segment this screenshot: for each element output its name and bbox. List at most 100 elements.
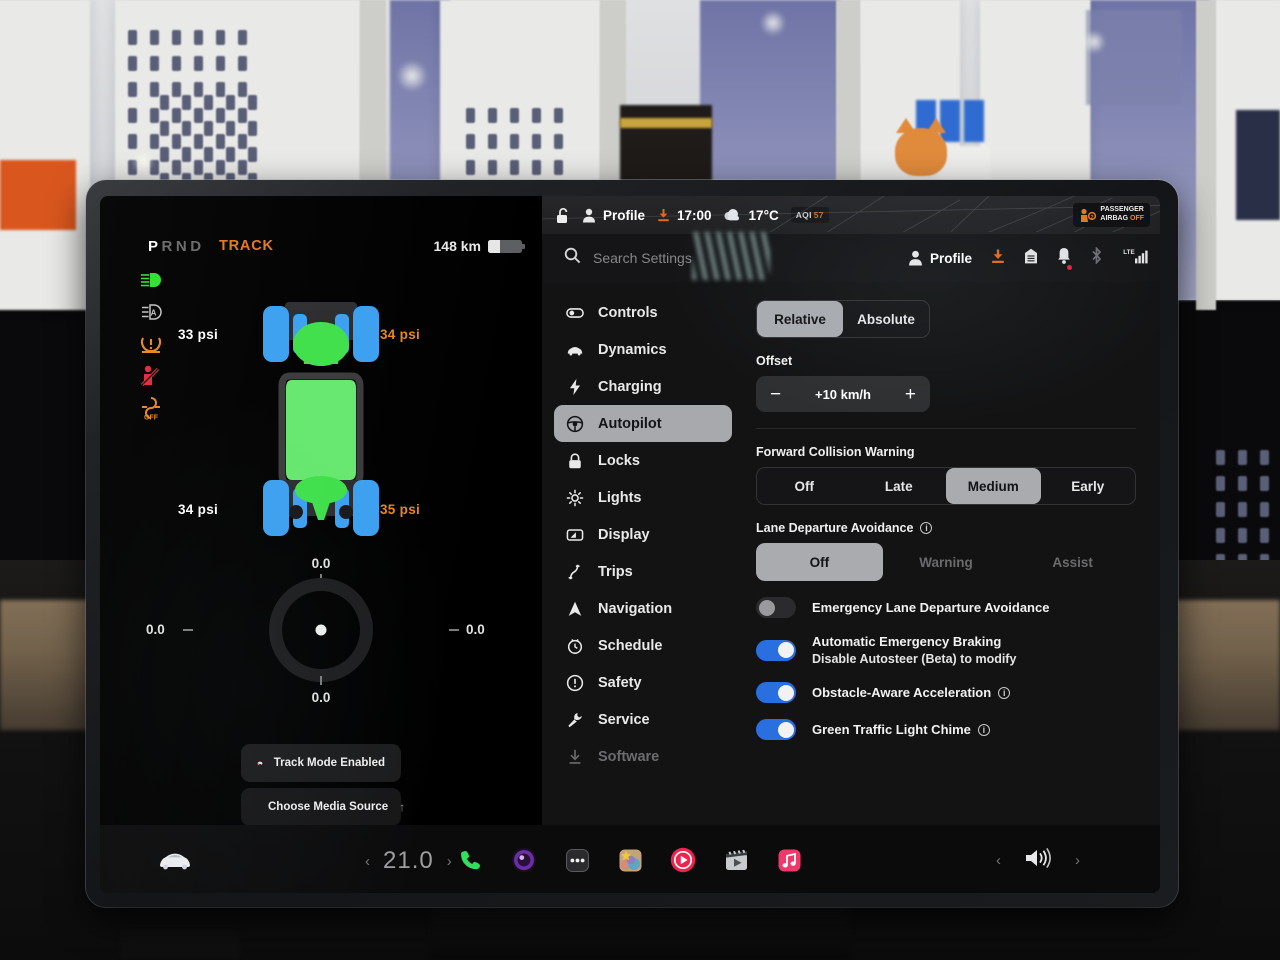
temperature-value[interactable]: 21.0: [383, 847, 434, 875]
phone-display-chip: [466, 108, 475, 123]
unlocked-icon[interactable]: [556, 207, 570, 224]
volume-speaker-icon[interactable]: [1023, 846, 1053, 875]
status-profile[interactable]: Profile: [582, 208, 645, 223]
phone-display-chip: [1216, 450, 1225, 465]
obstacle-aware-acceleration-label: Obstacle-Aware Acceleration: [812, 685, 992, 700]
offset-increase-button[interactable]: +: [905, 385, 916, 404]
choose-media-source-label: Choose Media Source: [268, 801, 389, 813]
g-force-value-left: 0.0: [146, 622, 165, 637]
tire-pressure-rear-right: 35 psi: [380, 502, 421, 517]
sidebar-item-service[interactable]: Service: [554, 701, 732, 738]
phone-app-icon[interactable]: [456, 845, 486, 875]
phone-display-chip: [172, 160, 181, 175]
phone-display-chip: [128, 134, 137, 149]
automatic-emergency-braking-toggle[interactable]: [756, 639, 796, 661]
lte-signal-icon[interactable]: LTE: [1122, 247, 1148, 270]
sidebar-item-charging[interactable]: Charging: [554, 368, 732, 405]
temperature-decrease-button[interactable]: ‹: [365, 853, 370, 870]
fox-mascot-cutout: [895, 118, 947, 176]
lock-icon: [566, 452, 584, 470]
sidebar-item-controls[interactable]: Controls: [554, 294, 732, 331]
fcw-option-early[interactable]: Early: [1041, 468, 1136, 504]
sidebar-item-dynamics[interactable]: Dynamics: [554, 331, 732, 368]
notifications-bell-icon[interactable]: [1057, 247, 1072, 270]
phone-display-chip: [194, 108, 203, 123]
volume-increase-button[interactable]: ›: [1075, 852, 1080, 869]
sidebar-item-safety[interactable]: Safety: [554, 664, 732, 701]
sidebar-item-label: Navigation: [598, 600, 673, 617]
info-icon[interactable]: i: [998, 686, 1011, 699]
lane-departure-avoidance-segmented-control: Off Warning Assist: [756, 543, 1136, 581]
card-reader-icon[interactable]: [1024, 248, 1038, 269]
wall-signage: [1086, 10, 1182, 105]
sidebar-item-navigation[interactable]: Navigation: [554, 590, 732, 627]
fcw-option-medium[interactable]: Medium: [946, 468, 1041, 504]
status-weather-group[interactable]: 17°C: [724, 208, 779, 223]
wall-poster: [1236, 110, 1280, 220]
tesla-car-icon[interactable]: [158, 850, 192, 875]
emergency-lane-departure-avoidance-toggle[interactable]: [756, 597, 796, 618]
phone-display-chip: [510, 160, 519, 175]
sidebar-item-label: Autopilot: [598, 415, 662, 432]
lda-option-off[interactable]: Off: [756, 543, 883, 581]
more-apps-icon[interactable]: [562, 845, 592, 875]
wrench-icon: [566, 711, 584, 729]
offset-decrease-button[interactable]: −: [770, 385, 781, 404]
dashcam-app-icon[interactable]: [509, 845, 539, 875]
autopilot-settings-content: Relative Absolute Offset − +10 km/h + Fo…: [742, 282, 1160, 893]
phone-display-chip: [194, 56, 203, 71]
phone-display-chip: [204, 147, 213, 162]
phone-display-chip: [488, 134, 497, 149]
fcw-option-off[interactable]: Off: [757, 468, 852, 504]
sidebar-item-lights[interactable]: Lights: [554, 479, 732, 516]
fcw-option-late[interactable]: Late: [852, 468, 947, 504]
sidebar-item-schedule[interactable]: Schedule: [554, 627, 732, 664]
status-time-group: 17:00: [657, 208, 712, 223]
toggle-knob: [758, 599, 775, 616]
phone-display-chip: [194, 30, 203, 45]
volume-decrease-button[interactable]: ‹: [996, 852, 1001, 869]
phone-display-chip: [1260, 502, 1269, 517]
toybox-app-icon[interactable]: [615, 845, 645, 875]
choose-media-source-notification[interactable]: Choose Media Source ↑: [241, 788, 405, 826]
lda-option-warning[interactable]: Warning: [883, 543, 1010, 581]
gear-letter-r: R: [161, 238, 176, 255]
software-download-icon[interactable]: [991, 248, 1005, 269]
bluetooth-icon[interactable]: [1090, 246, 1103, 269]
sidebar-item-label: Display: [598, 526, 650, 543]
sidebar-item-trips[interactable]: Trips: [554, 553, 732, 590]
software-download-icon[interactable]: [657, 208, 670, 222]
temperature-increase-button[interactable]: ›: [447, 853, 452, 870]
offset-label: Offset: [756, 354, 793, 368]
info-icon[interactable]: i: [920, 522, 933, 534]
sidebar-item-software[interactable]: Software: [554, 738, 732, 775]
sidebar-item-label: Schedule: [598, 637, 663, 654]
airbag-state: OFF: [1130, 215, 1144, 222]
phone-display-chip: [204, 121, 213, 136]
obstacle-aware-acceleration-toggle[interactable]: [756, 682, 796, 703]
youtube-music-app-icon[interactable]: [668, 845, 698, 875]
toggle-knob: [777, 684, 794, 701]
clock-icon: [566, 637, 584, 655]
info-icon[interactable]: i: [977, 723, 990, 736]
green-traffic-light-chime-toggle[interactable]: [756, 719, 796, 740]
lda-option-assist[interactable]: Assist: [1009, 543, 1136, 581]
speed-mode-option-absolute[interactable]: Absolute: [843, 301, 929, 337]
track-mode-enabled-notification[interactable]: Track Mode Enabled: [241, 744, 401, 782]
search-icon[interactable]: [564, 247, 581, 269]
airbag-line2: AIRBAG: [1100, 215, 1129, 222]
expand-arrow-icon[interactable]: ↑: [399, 800, 405, 814]
phone-display-chip: [248, 95, 257, 110]
speed-mode-option-relative[interactable]: Relative: [757, 301, 843, 337]
sidebar-item-display[interactable]: Display: [554, 516, 732, 553]
phone-display-chip: [1216, 502, 1225, 517]
settings-status-icons: Profile LTE: [908, 246, 1148, 270]
search-input[interactable]: Search Settings: [593, 250, 692, 266]
phone-display-chip: [226, 95, 235, 110]
video-app-icon[interactable]: [721, 845, 751, 875]
apple-music-app-icon[interactable]: [774, 845, 804, 875]
sidebar-item-autopilot[interactable]: Autopilot: [554, 405, 732, 442]
g-force-value-right: 0.0: [466, 622, 485, 637]
sidebar-item-locks[interactable]: Locks: [554, 442, 732, 479]
settings-profile-button[interactable]: Profile: [908, 250, 972, 266]
